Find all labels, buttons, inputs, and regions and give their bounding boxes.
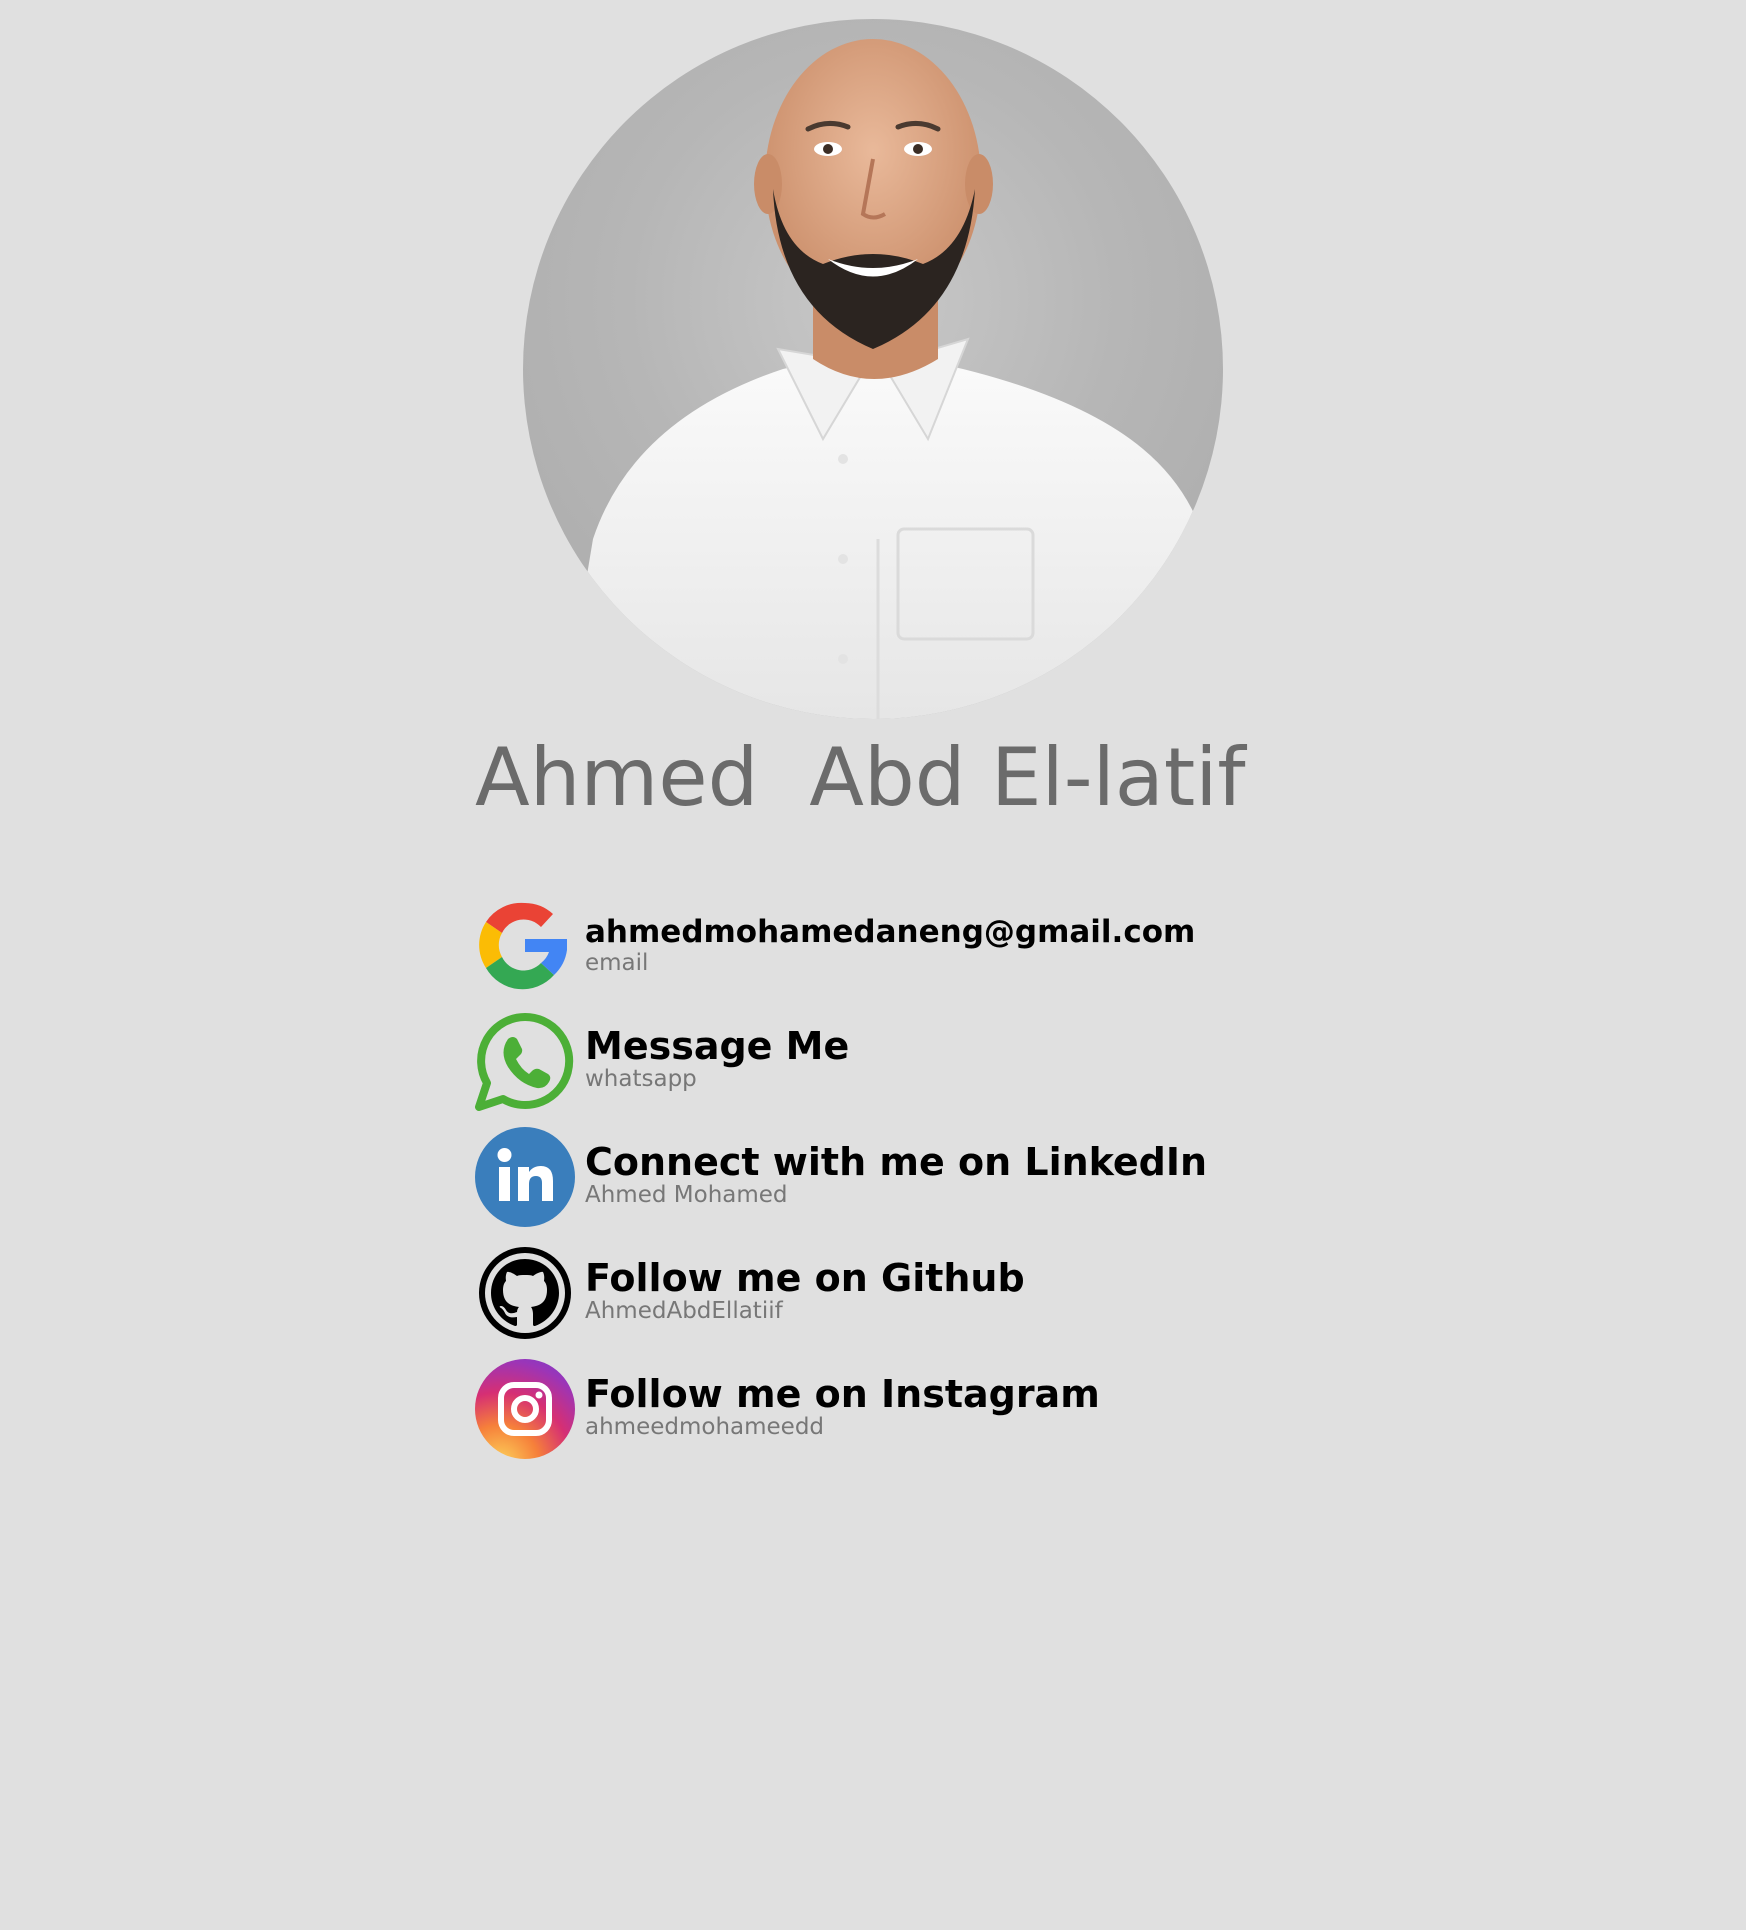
instagram-icon — [475, 1359, 575, 1459]
email-link-text: ahmedmohamedaneng@gmail.com email — [585, 907, 1195, 977]
profile-photo — [523, 19, 1223, 719]
profile-name: Ahmed Abd El-latif — [475, 731, 1246, 824]
github-link[interactable]: Follow me on Github AhmedAbdEllatiif — [475, 1241, 1275, 1357]
instagram-link-text: Follow me on Instagram ahmeedmohameedd — [585, 1371, 1100, 1441]
instagram-label: ahmeedmohameedd — [585, 1414, 825, 1440]
whatsapp-title: Message Me — [585, 1024, 850, 1068]
whatsapp-label: whatsapp — [585, 1066, 697, 1092]
github-label: AhmedAbdEllatiif — [585, 1298, 783, 1324]
linkedin-link-text: Connect with me on LinkedIn Ahmed Mohame… — [585, 1139, 1207, 1209]
github-link-text: Follow me on Github AhmedAbdEllatiif — [585, 1255, 1025, 1325]
whatsapp-link-text: Message Me whatsapp — [585, 1023, 849, 1093]
github-title: Follow me on Github — [585, 1256, 1025, 1300]
linkedin-link[interactable]: Connect with me on LinkedIn Ahmed Mohame… — [475, 1125, 1275, 1241]
email-label: email — [585, 950, 649, 976]
github-icon — [475, 1243, 575, 1343]
whatsapp-link[interactable]: Message Me whatsapp — [475, 1009, 1275, 1125]
google-icon — [475, 895, 575, 995]
whatsapp-icon — [475, 1011, 575, 1111]
linkedin-title: Connect with me on LinkedIn — [585, 1140, 1208, 1184]
instagram-link[interactable]: Follow me on Instagram ahmeedmohameedd — [475, 1357, 1275, 1473]
profile-page: Ahmed Abd El-latif ahmedmohamedaneng@gma… — [0, 0, 1746, 1930]
email-link[interactable]: ahmedmohamedaneng@gmail.com email — [475, 893, 1275, 1009]
email-address: ahmedmohamedaneng@gmail.com — [585, 914, 1196, 950]
contact-links-list: ahmedmohamedaneng@gmail.com email Messag… — [475, 893, 1275, 1473]
linkedin-icon — [475, 1127, 575, 1227]
instagram-title: Follow me on Instagram — [585, 1372, 1100, 1416]
linkedin-label: Ahmed Mohamed — [585, 1182, 788, 1208]
